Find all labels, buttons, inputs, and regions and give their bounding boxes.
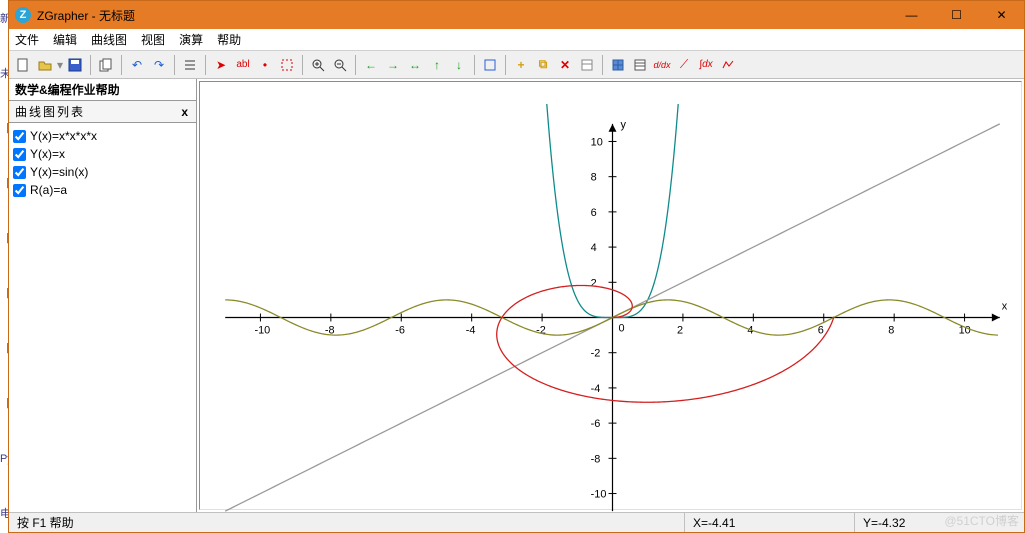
curve-checkbox[interactable] <box>13 184 26 197</box>
maximize-button[interactable]: ☐ <box>934 1 979 29</box>
arrow-down-icon[interactable]: ↓ <box>449 55 469 75</box>
delete-icon[interactable]: ✕ <box>555 55 575 75</box>
menu-help[interactable]: 帮助 <box>217 31 241 48</box>
svg-text:x: x <box>1002 301 1008 313</box>
undo-icon[interactable]: ↶ <box>127 55 147 75</box>
curve-item[interactable]: R(a)=a <box>11 181 194 199</box>
point-icon[interactable]: • <box>255 55 275 75</box>
arrow-up-icon[interactable]: ↑ <box>427 55 447 75</box>
sidebar: 数学&编程作业帮助 曲线图列表 x Y(x)=x*x*x*x Y(x)=x Y(… <box>9 79 197 512</box>
new-icon[interactable] <box>13 55 33 75</box>
pointer-icon[interactable]: ➤ <box>211 55 231 75</box>
svg-text:2: 2 <box>677 324 683 336</box>
ide-gutter: 新未【【【【【【Py电 <box>0 0 8 533</box>
props-icon[interactable] <box>577 55 597 75</box>
sidebar-header-list: 曲线图列表 x <box>9 101 196 123</box>
app-logo-icon: Z <box>15 7 31 23</box>
tangent-icon[interactable]: ⟋ <box>674 55 694 75</box>
window-title: ZGrapher - 无标题 <box>37 7 889 24</box>
svg-text:-4: -4 <box>466 324 476 336</box>
curve-item[interactable]: Y(x)=sin(x) <box>11 163 194 181</box>
svg-text:8: 8 <box>888 324 894 336</box>
chart[interactable]: xy-10-8-6-4-2246810-10-8-6-4-22468100 <box>202 104 1023 531</box>
add-icon[interactable]: + <box>511 55 531 75</box>
menu-view[interactable]: 视图 <box>141 31 165 48</box>
redo-icon[interactable]: ↷ <box>149 55 169 75</box>
sidebar-header-help: 数学&编程作业帮助 <box>9 79 196 101</box>
arrow-left-icon[interactable]: ← <box>361 55 381 75</box>
integral-icon[interactable]: ∫dx <box>696 55 716 75</box>
menu-calc[interactable]: 演算 <box>179 31 203 48</box>
table-icon[interactable] <box>630 55 650 75</box>
plot-pane[interactable]: xy-10-8-6-4-2246810-10-8-6-4-22468100 <box>199 81 1022 510</box>
main-window: Z ZGrapher - 无标题 — ☐ ✕ 文件 编辑 曲线图 视图 演算 帮… <box>8 0 1025 533</box>
derivative-icon[interactable]: d/dx <box>652 55 672 75</box>
trace-icon[interactable] <box>718 55 738 75</box>
svg-text:10: 10 <box>959 324 971 336</box>
svg-text:2: 2 <box>591 277 597 289</box>
svg-text:10: 10 <box>591 136 603 148</box>
curve-item[interactable]: Y(x)=x*x*x*x <box>11 127 194 145</box>
menu-file[interactable]: 文件 <box>15 31 39 48</box>
select-area-icon[interactable] <box>277 55 297 75</box>
svg-text:0: 0 <box>618 322 624 334</box>
curve-list: Y(x)=x*x*x*x Y(x)=x Y(x)=sin(x) R(a)=a <box>9 123 196 512</box>
titlebar[interactable]: Z ZGrapher - 无标题 — ☐ ✕ <box>9 1 1024 29</box>
frame-icon[interactable] <box>480 55 500 75</box>
zoom-out-icon[interactable] <box>330 55 350 75</box>
arrow-right-icon[interactable]: → <box>383 55 403 75</box>
curve-item[interactable]: Y(x)=x <box>11 145 194 163</box>
list-icon[interactable] <box>180 55 200 75</box>
add2-icon[interactable]: ⧉ <box>533 55 553 75</box>
svg-text:-10: -10 <box>254 324 270 336</box>
svg-text:y: y <box>620 119 626 131</box>
svg-text:8: 8 <box>591 172 597 184</box>
svg-text:-4: -4 <box>591 383 601 395</box>
menu-graph[interactable]: 曲线图 <box>91 31 127 48</box>
svg-text:-6: -6 <box>591 418 601 430</box>
toolbar: ▾ ↶ ↷ ➤ abl • ← → ↔ ↑ ↓ + ⧉ ✕ d/dx ⟋ ∫dx <box>9 51 1024 79</box>
arrow-bi-icon[interactable]: ↔ <box>405 55 425 75</box>
svg-text:-6: -6 <box>395 324 405 336</box>
grid-icon[interactable] <box>608 55 628 75</box>
svg-text:-10: -10 <box>591 489 607 501</box>
save-icon[interactable] <box>65 55 85 75</box>
close-button[interactable]: ✕ <box>979 1 1024 29</box>
open-icon[interactable] <box>35 55 55 75</box>
menubar: 文件 编辑 曲线图 视图 演算 帮助 <box>9 29 1024 51</box>
text-label-icon[interactable]: abl <box>233 55 253 75</box>
copy-icon[interactable] <box>96 55 116 75</box>
svg-text:6: 6 <box>591 207 597 219</box>
sidebar-close-icon[interactable]: x <box>181 105 190 119</box>
svg-text:6: 6 <box>818 324 824 336</box>
curve-checkbox[interactable] <box>13 148 26 161</box>
svg-text:-2: -2 <box>591 348 601 360</box>
curve-checkbox[interactable] <box>13 166 26 179</box>
svg-text:4: 4 <box>591 242 597 254</box>
menu-edit[interactable]: 编辑 <box>53 31 77 48</box>
zoom-in-icon[interactable] <box>308 55 328 75</box>
svg-text:-8: -8 <box>591 453 601 465</box>
curve-checkbox[interactable] <box>13 130 26 143</box>
minimize-button[interactable]: — <box>889 1 934 29</box>
